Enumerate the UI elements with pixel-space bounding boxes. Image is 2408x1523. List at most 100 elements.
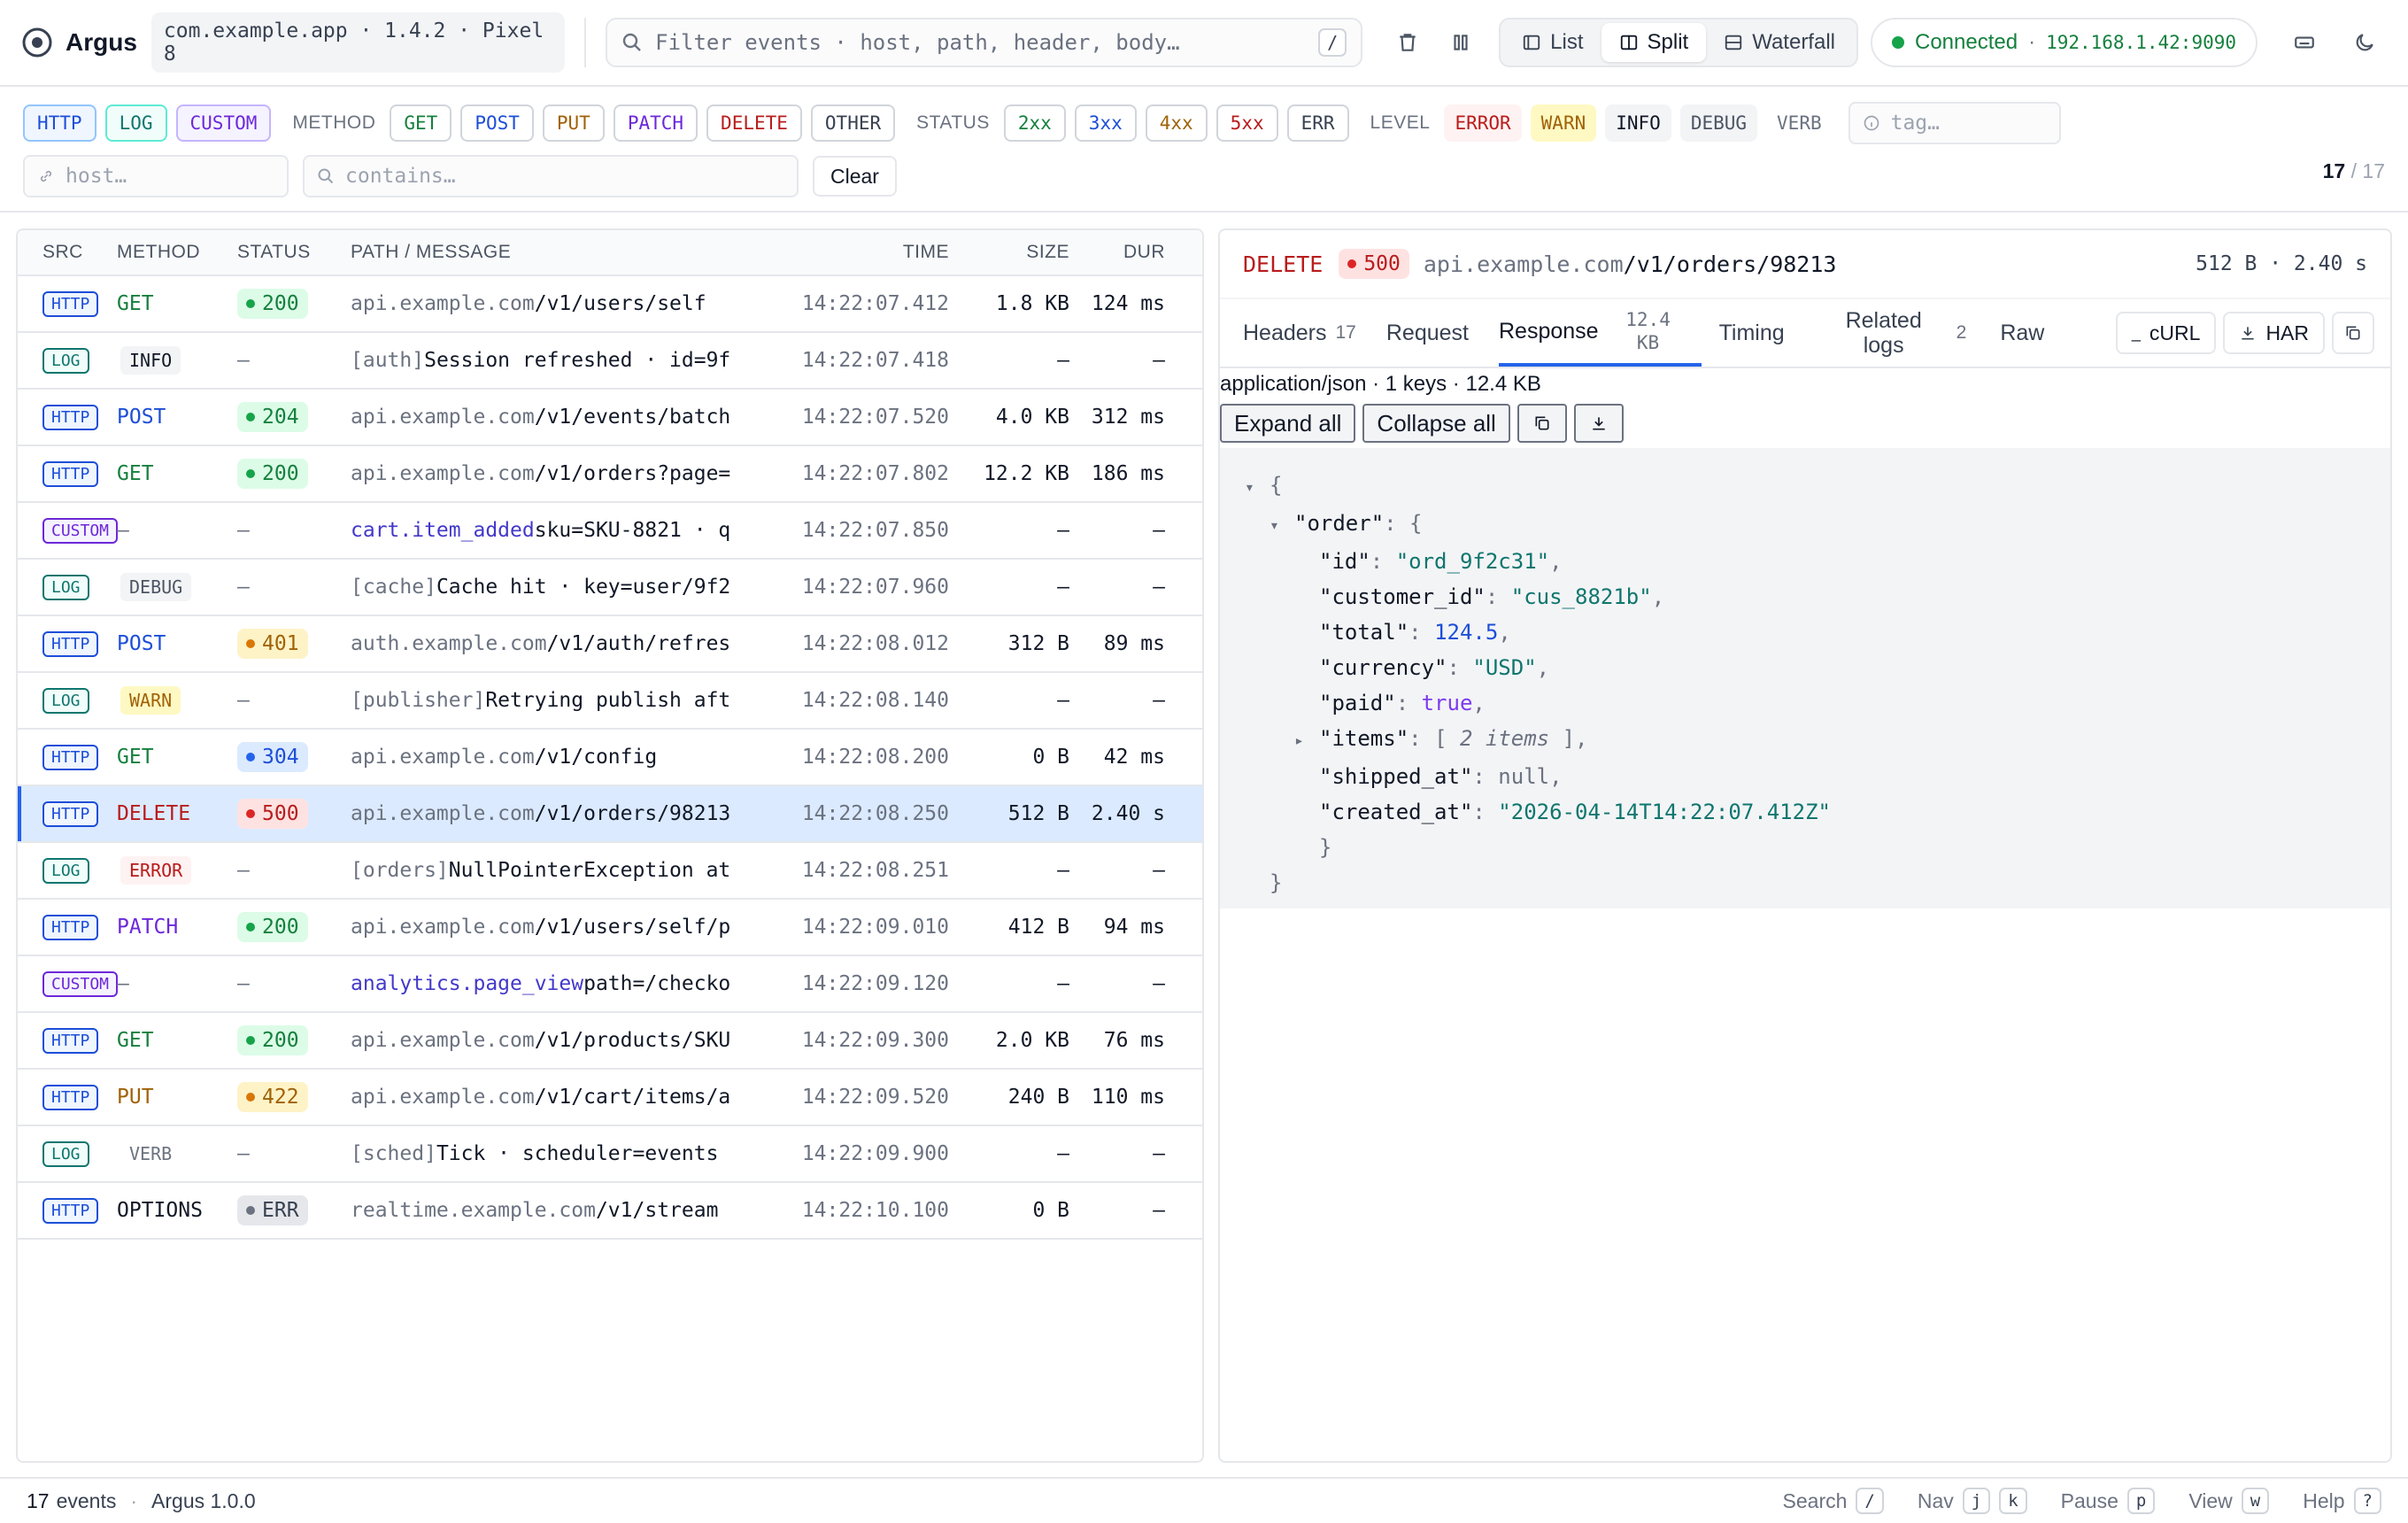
row-time: 14:22:07.412 [801, 292, 949, 315]
level-filter-warn[interactable]: WARN [1530, 104, 1597, 142]
level-filter-verb[interactable]: VERB [1766, 104, 1833, 142]
json-field-line: ▸ "items": [ 2 items ], [1245, 721, 2390, 759]
column-size[interactable]: SIZE [949, 242, 1069, 263]
log-tag: [publisher] [351, 689, 486, 712]
source-badge: HTTP [42, 744, 99, 770]
status-filter-3xx[interactable]: 3xx [1074, 104, 1137, 142]
copy-icon [1535, 416, 1549, 430]
copy-curl-button[interactable]: _ cURL [2115, 312, 2217, 354]
view-list-button[interactable]: List [1504, 23, 1601, 62]
tab-timing[interactable]: Timing [1702, 299, 1841, 367]
view-waterfall-button[interactable]: Waterfall [1706, 23, 1853, 62]
search-input[interactable]: Filter events · host, path, header, body… [655, 30, 1306, 55]
table-row[interactable]: HTTP OPTIONS ERR realtime.example.com/v1/st… [18, 1183, 1202, 1240]
theme-toggle-button[interactable] [2342, 19, 2387, 66]
status-code: 500 [262, 802, 299, 825]
expand-toggle-icon[interactable]: ▸ [1294, 723, 1319, 759]
tab-related-logs[interactable]: Related logs 2 [1841, 299, 2001, 367]
tab-response[interactable]: Response 12.4 KB [1498, 299, 1702, 367]
table-row[interactable]: LOG ERROR — [orders]NullPointerException at… [18, 843, 1202, 900]
row-host: api.example.com [351, 1086, 535, 1109]
table-row[interactable]: CUSTOM — — cart.item_addedsku=SKU-8821 · q1… [18, 503, 1202, 560]
copy-json-button[interactable] [1517, 404, 1567, 443]
table-row[interactable]: HTTP POST 401 auth.example.com/v1/auth/refr… [18, 616, 1202, 673]
column-path[interactable]: PATH / MESSAGE [351, 242, 772, 263]
level-filter-info[interactable]: INFO [1605, 104, 1671, 142]
footer-events-count: 17 [27, 1488, 50, 1512]
column-status[interactable]: STATUS [237, 242, 351, 263]
level-filter-error[interactable]: ERROR [1444, 104, 1522, 142]
column-dur[interactable]: DUR [1069, 242, 1190, 263]
row-time: 14:22:08.012 [801, 632, 949, 655]
contains-filter-input[interactable]: contains… [303, 155, 799, 197]
method-filter-put[interactable]: PUT [542, 104, 605, 142]
status-filter-label: STATUS [916, 112, 990, 133]
method-filter-get[interactable]: GET [390, 104, 452, 142]
level-filter-debug[interactable]: DEBUG [1679, 104, 1758, 142]
download-json-button[interactable] [1573, 404, 1624, 443]
method-filter-delete[interactable]: DELETE [706, 104, 802, 142]
copy-button[interactable] [2332, 312, 2374, 354]
tab-request[interactable]: Request [1386, 299, 1499, 367]
table-row[interactable]: HTTP POST 204 api.example.com/v1/events/bat… [18, 390, 1202, 446]
row-src-cell: LOG [18, 857, 117, 884]
collapse-toggle-icon[interactable]: ▾ [1270, 508, 1294, 544]
argus-logo-icon [22, 27, 52, 58]
row-path: /v1/users/self/p [534, 916, 731, 939]
source-filter-log[interactable]: LOG [104, 104, 167, 142]
event-filter-search[interactable]: Filter events · host, path, header, body… [606, 18, 1363, 67]
clear-events-button[interactable] [1385, 19, 1430, 66]
row-path: /v1/stream [595, 1199, 719, 1222]
connection-status[interactable]: Connected · 192.168.1.42:9090 [1870, 18, 2258, 67]
table-row[interactable]: CUSTOM — — analytics.page_viewpath=/checko 1… [18, 956, 1202, 1013]
host-filter-input[interactable]: host… [23, 155, 289, 197]
table-row[interactable]: HTTP GET 200 api.example.com/v1/users/self 1… [18, 276, 1202, 333]
row-status-cell: — [237, 519, 351, 542]
table-row[interactable]: HTTP GET 304 api.example.com/v1/config 14:22… [18, 730, 1202, 786]
filter-bar: HTTP LOG CUSTOM METHOD GET POST PUT PATC… [0, 87, 2408, 213]
row-method-cell: GET [117, 292, 237, 315]
export-har-button[interactable]: HAR [2223, 312, 2325, 354]
source-filter-http[interactable]: HTTP [23, 104, 96, 142]
table-row[interactable]: HTTP PATCH 200 api.example.com/v1/users/sel… [18, 900, 1202, 956]
json-field-line: "total": 124.5, [1245, 615, 2390, 650]
status-filter-4xx[interactable]: 4xx [1145, 104, 1208, 142]
table-row[interactable]: HTTP GET 200 api.example.com/v1/products/SK… [18, 1013, 1202, 1070]
table-row[interactable]: LOG VERB — [sched]Tick · scheduler=events 14… [18, 1126, 1202, 1183]
tab-raw[interactable]: Raw [2000, 299, 2044, 367]
status-filter-2xx[interactable]: 2xx [1003, 104, 1066, 142]
table-row[interactable]: HTTP DELETE 500 api.example.com/v1/orders/9… [18, 786, 1202, 843]
collapse-toggle-icon[interactable]: ▾ [1245, 470, 1270, 506]
status-filter-5xx[interactable]: 5xx [1216, 104, 1278, 142]
table-row[interactable]: LOG DEBUG — [cache]Cache hit · key=user/9f2… [18, 560, 1202, 616]
keyboard-button[interactable] [2282, 19, 2327, 66]
clear-filters-button[interactable]: Clear [813, 156, 897, 197]
column-time[interactable]: TIME [772, 242, 949, 263]
tab-raw-label: Raw [2000, 320, 2045, 345]
table-row[interactable]: LOG WARN — [publisher]Retrying publish aft 1… [18, 673, 1202, 730]
view-split-button[interactable]: Split [1601, 23, 1707, 62]
status-badge: 200 [237, 459, 308, 489]
table-row[interactable]: HTTP GET 200 api.example.com/v1/orders?page… [18, 446, 1202, 503]
row-src-cell: HTTP [18, 914, 117, 940]
shortcut-key: / [1856, 1488, 1884, 1514]
column-src[interactable]: SRC [18, 242, 117, 263]
expand-all-button[interactable]: Expand all [1220, 404, 1356, 443]
device-target-chip[interactable]: com.example.app · 1.4.2 · Pixel 8 [150, 12, 566, 73]
json-comma: , [1536, 655, 1550, 680]
table-row[interactable]: LOG INFO — [auth]Session refreshed · id=9f 1… [18, 333, 1202, 390]
collapse-all-button[interactable]: Collapse all [1362, 404, 1510, 443]
method-filter-post[interactable]: POST [460, 104, 534, 142]
pause-button[interactable] [1439, 19, 1483, 66]
method-filter-other[interactable]: OTHER [810, 104, 896, 142]
json-order-line: ▾ "order": { [1245, 506, 2390, 544]
json-collapsed-summary[interactable]: 2 items [1460, 726, 1549, 751]
tab-headers[interactable]: Headers 17 [1243, 299, 1386, 367]
table-row[interactable]: HTTP PUT 422 api.example.com/v1/cart/items/… [18, 1070, 1202, 1126]
status-filter-err[interactable]: ERR [1286, 104, 1349, 142]
source-filter-custom[interactable]: CUSTOM [175, 104, 272, 142]
view-split-label: Split [1647, 30, 1689, 54]
column-method[interactable]: METHOD [117, 242, 237, 263]
tag-filter-input[interactable]: tag… [1848, 102, 2061, 144]
method-filter-patch[interactable]: PATCH [613, 104, 698, 142]
